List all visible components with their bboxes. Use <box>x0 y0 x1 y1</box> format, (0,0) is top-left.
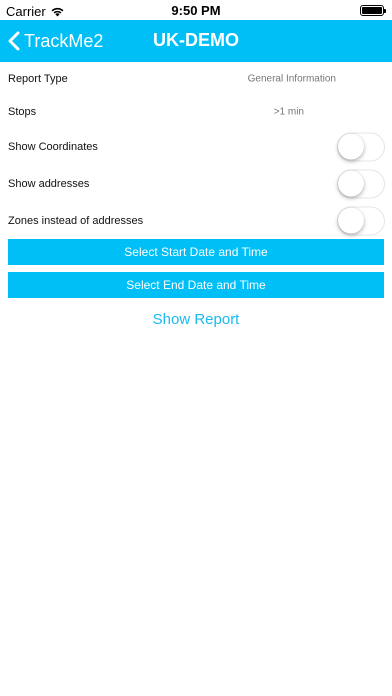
back-button[interactable]: TrackMe2 <box>8 26 103 56</box>
toggle-knob <box>338 133 364 159</box>
stops-value[interactable]: >1 min <box>274 106 304 117</box>
select-start-date-button[interactable]: Select Start Date and Time <box>8 239 384 265</box>
show-coordinates-toggle[interactable] <box>337 132 385 161</box>
status-time: 9:50 PM <box>171 3 221 18</box>
show-addresses-row: Show addresses <box>0 165 392 202</box>
report-type-label: Report Type <box>8 72 68 85</box>
show-addresses-toggle[interactable] <box>337 169 385 198</box>
show-addresses-label: Show addresses <box>8 177 90 190</box>
show-coordinates-label: Show Coordinates <box>8 140 98 153</box>
zones-instead-label: Zones instead of addresses <box>8 214 144 227</box>
zones-instead-row: Zones instead of addresses <box>0 202 392 239</box>
toggle-knob <box>338 207 364 233</box>
back-button-label: TrackMe2 <box>24 30 104 51</box>
show-coordinates-row: Show Coordinates <box>0 128 392 165</box>
chevron-left-icon <box>8 31 20 51</box>
report-form: Report Type General Information Stops >1… <box>0 62 392 239</box>
show-report-button[interactable]: Show Report <box>0 311 392 328</box>
report-type-value[interactable]: General Information <box>248 73 336 84</box>
toggle-knob <box>338 170 364 196</box>
report-type-row[interactable]: Report Type General Information <box>0 62 392 95</box>
stops-label: Stops <box>8 105 37 118</box>
select-end-date-button[interactable]: Select End Date and Time <box>8 272 384 298</box>
navigation-bar: TrackMe2 UK-DEMO <box>0 20 392 62</box>
battery-icon <box>360 5 386 16</box>
status-bar: Carrier 9:50 PM <box>0 0 392 22</box>
stops-row[interactable]: Stops >1 min <box>0 95 392 128</box>
zones-instead-toggle[interactable] <box>337 206 385 235</box>
